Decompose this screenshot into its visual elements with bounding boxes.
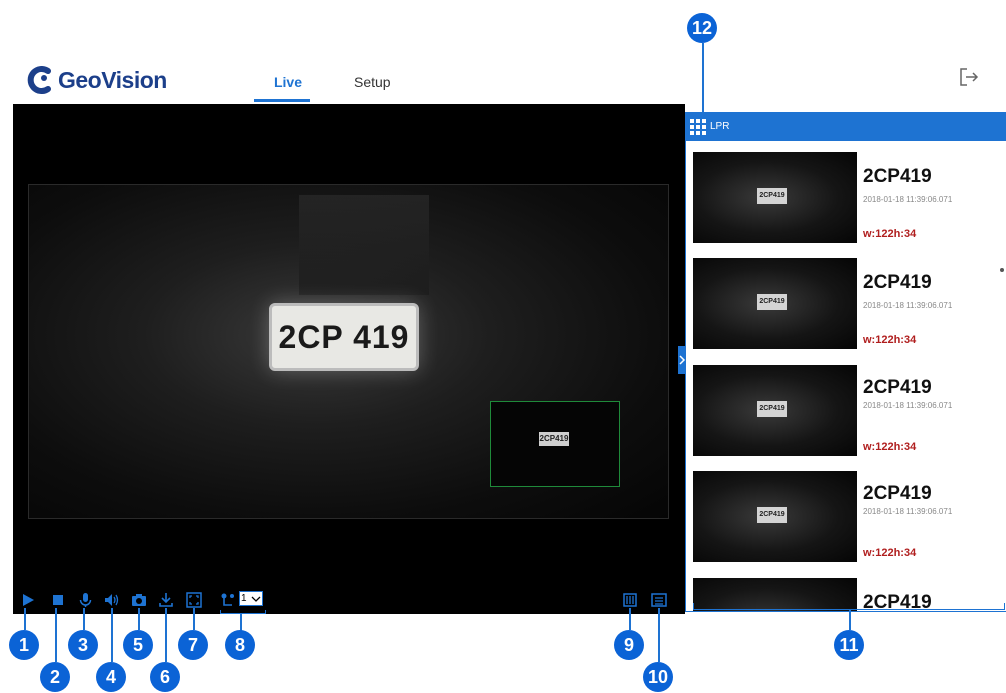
lpr-thumbnail: 2CP419	[693, 152, 857, 243]
license-plate-text: 2CP 419	[278, 318, 410, 355]
lpr-plate-size: w:122h:34	[863, 334, 917, 346]
play-icon[interactable]	[20, 592, 36, 608]
tab-setup[interactable]: Setup	[354, 74, 391, 90]
lpr-panel: LPR 2CP419 2CP419 2018-01-18 11:39:06.07…	[685, 112, 1006, 612]
lpr-plate-number: 2CP419	[863, 377, 932, 398]
stop-icon[interactable]	[50, 592, 66, 608]
lpr-header: LPR	[686, 113, 1006, 141]
license-plate: 2CP 419	[269, 303, 419, 371]
lpr-list-item[interactable]: 2CP419 2CP419 2018-01-18 11:39:06.071 w:…	[693, 152, 1006, 255]
callout-leader	[658, 608, 660, 662]
callout-5: 5	[123, 630, 153, 660]
lpr-list-item[interactable]: 2CP419 2CP419 2018-01-18 11:39:06.071 w:…	[693, 471, 1006, 574]
stream-bracket	[220, 610, 266, 614]
callout-leader	[849, 609, 851, 630]
thumbnail-plate: 2CP419	[757, 188, 787, 204]
callout-leader	[55, 608, 57, 662]
lpr-timestamp: 2018-01-18 11:39:06.071	[863, 401, 953, 410]
callout-leader	[83, 608, 85, 630]
list-icon[interactable]	[651, 592, 667, 608]
lpr-plate-number: 2CP419	[863, 166, 932, 187]
roi-preview-box: 2CP419	[490, 401, 620, 487]
callout-8: 8	[225, 630, 255, 660]
roi-plate: 2CP419	[539, 432, 569, 446]
callout-leader	[165, 608, 167, 662]
callout-2: 2	[40, 662, 70, 692]
logo-mark-icon	[27, 66, 51, 94]
callout-12: 12	[687, 13, 717, 43]
logout-icon[interactable]	[958, 66, 980, 88]
callout-3: 3	[68, 630, 98, 660]
thumbnail-plate: 2CP419	[757, 401, 787, 417]
callout-leader	[111, 608, 113, 662]
lpr-list-item[interactable]: 2CP419 2CP419 2018-01-18 11:39:06.071 w:…	[693, 258, 1006, 361]
thumbnail-plate: 2CP419	[757, 507, 787, 523]
callout-leader	[193, 608, 195, 630]
lpr-thumbnail: 2CP419	[693, 471, 857, 562]
lpr-plate-number: 2CP419	[863, 483, 932, 504]
thumbnail-plate: 2CP419	[757, 294, 787, 310]
callout-1: 1	[9, 630, 39, 660]
fullscreen-icon[interactable]	[186, 592, 202, 608]
callout-6: 6	[150, 662, 180, 692]
tab-live[interactable]: Live	[266, 74, 310, 90]
callout-leader	[138, 608, 140, 630]
callout-leader	[702, 43, 704, 115]
callout-9: 9	[614, 630, 644, 660]
lpr-plate-number: 2CP419	[863, 272, 932, 293]
chevron-down-icon	[251, 596, 261, 602]
wall-shadow	[299, 195, 429, 295]
video-frame[interactable]: 2CP 419 2CP419	[28, 184, 669, 519]
geovision-logo: GeoVision	[26, 62, 186, 98]
lpr-plate-size: w:122h:34	[863, 441, 917, 453]
lpr-thumbnail: 2CP419	[693, 258, 857, 349]
grid-icon[interactable]	[689, 118, 707, 136]
callout-leader	[629, 608, 631, 630]
io-icon[interactable]	[622, 592, 638, 608]
stream-select[interactable]: 1	[239, 591, 263, 606]
download-icon[interactable]	[158, 592, 174, 608]
callout-4: 4	[96, 662, 126, 692]
snapshot-icon[interactable]	[131, 592, 147, 608]
tab-live-underline	[254, 99, 310, 102]
callout-leader	[240, 613, 242, 631]
scroll-indicator[interactable]	[1000, 268, 1004, 272]
callout-leader	[24, 608, 26, 630]
stream-icon[interactable]	[220, 592, 236, 608]
lpr-plate-size: w:122h:34	[863, 228, 917, 240]
callout-7: 7	[178, 630, 208, 660]
brand-name: GeoVision	[58, 66, 167, 93]
lpr-thumbnail: 2CP419	[693, 365, 857, 456]
lpr-timestamp: 2018-01-18 11:39:06.071	[863, 301, 953, 310]
lpr-timestamp: 2018-01-18 11:39:06.071	[863, 507, 953, 516]
speaker-icon[interactable]	[104, 592, 120, 608]
callout-10: 10	[643, 662, 673, 692]
lpr-list-item[interactable]: 2CP419 2CP419 2018-01-18 11:39:06.071 w:…	[693, 365, 1006, 468]
callout-11: 11	[834, 630, 864, 660]
lpr-timestamp: 2018-01-18 11:39:06.071	[863, 195, 953, 204]
stream-select-value: 1	[241, 593, 247, 604]
lpr-plate-size: w:122h:34	[863, 547, 917, 559]
microphone-icon[interactable]	[77, 592, 93, 608]
lpr-title: LPR	[710, 121, 730, 132]
